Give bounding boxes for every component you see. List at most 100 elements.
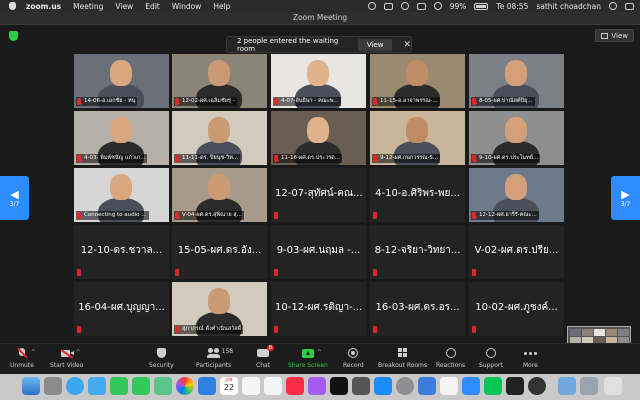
- menu-view[interactable]: View: [115, 2, 133, 11]
- participants-button[interactable]: 158 Participants: [196, 348, 233, 369]
- participant-tile[interactable]: V-04-ผศ.ดร.สุพิณาย สุ...: [172, 168, 267, 222]
- participant-tile[interactable]: 16-03-ผศ.ดร.อร...: [370, 282, 465, 336]
- participant-tile[interactable]: 8-12-จริยา-วิทยา...: [370, 225, 465, 279]
- microphone-muted-icon: [373, 326, 377, 333]
- breakout-rooms-icon: [397, 348, 409, 359]
- safari-icon[interactable]: [66, 377, 84, 395]
- documents-folder-icon[interactable]: [580, 377, 598, 395]
- participant-tile[interactable]: 12-10-ดร.ชวาล...: [74, 225, 169, 279]
- participant-tile[interactable]: 8-05-ผศ.ปาณัสต์ปิยุ...: [469, 54, 564, 108]
- thumbnail-cell: [594, 329, 605, 336]
- music-icon[interactable]: [286, 377, 304, 395]
- start-video-button[interactable]: ^ Start Video: [50, 348, 83, 369]
- status-icon[interactable]: [400, 2, 409, 10]
- line-icon[interactable]: [484, 377, 502, 395]
- tv-icon[interactable]: [330, 377, 348, 395]
- breakout-rooms-button[interactable]: Breakout Rooms: [378, 348, 427, 369]
- participant-tile[interactable]: V-02-ผศ.ดร.ปรีย...: [469, 225, 564, 279]
- participant-tile[interactable]: 9-12-ผศ.กนกวรรณ-5...: [370, 111, 465, 165]
- chrome-icon[interactable]: [440, 377, 458, 395]
- notification-view-button[interactable]: View: [357, 38, 393, 51]
- zoom-icon[interactable]: [462, 377, 480, 395]
- microphone-muted-icon: [472, 212, 476, 219]
- menu-window[interactable]: Window: [172, 2, 202, 11]
- apple-icon[interactable]: [9, 2, 16, 10]
- downloads-folder-icon[interactable]: [558, 377, 576, 395]
- finder-icon[interactable]: [22, 377, 40, 395]
- menu-app-name[interactable]: zoom.us: [26, 2, 61, 11]
- participant-name-text: 8-05-ผศ.ปาณัสต์ปิยุ...: [479, 98, 533, 104]
- system-preferences-icon[interactable]: [396, 377, 414, 395]
- record-button[interactable]: Record: [343, 348, 364, 369]
- app-store-icon[interactable]: [374, 377, 392, 395]
- menu-meeting[interactable]: Meeting: [73, 2, 103, 11]
- view-button[interactable]: View: [595, 29, 634, 42]
- launchpad-icon[interactable]: [44, 377, 62, 395]
- participant-tile[interactable]: 16-04-ผศ.บุญญา...: [74, 282, 169, 336]
- support-button[interactable]: Support: [479, 348, 503, 369]
- menu-edit[interactable]: Edit: [145, 2, 160, 11]
- participant-tile[interactable]: 11-18-ผศ.ดร.ประวรด...: [271, 111, 366, 165]
- chat-button[interactable]: 8 Chat: [256, 345, 275, 369]
- participant-face: [208, 288, 230, 314]
- participant-tile[interactable]: Connecting to audio ...: [74, 168, 169, 222]
- notes-icon[interactable]: [242, 377, 260, 395]
- participant-tile[interactable]: 12-02-ผศ.เฉลิมชัยรุ่ -: [172, 54, 267, 108]
- mail-icon[interactable]: [88, 377, 106, 395]
- participant-tile[interactable]: 15-05-ผศ.ดร.อัง...: [172, 225, 267, 279]
- participant-name-text: 9-12-ผศ.กนกวรรณ-5...: [380, 155, 439, 161]
- previous-page-button[interactable]: ◀ 3/7: [0, 176, 29, 220]
- participant-tile[interactable]: 4-10-อ.ศิริพร-พย...: [370, 168, 465, 222]
- security-shield-icon[interactable]: [9, 31, 18, 41]
- participant-tile[interactable]: 10-02-ผศ.ภูชงค์...: [469, 282, 564, 336]
- menu-help[interactable]: Help: [213, 2, 230, 11]
- next-page-button[interactable]: ▶ 3/7: [611, 176, 640, 220]
- menubar-clock[interactable]: Te 08:55: [496, 2, 528, 11]
- trash-icon[interactable]: [604, 377, 622, 395]
- reactions-button[interactable]: Reactions: [436, 348, 465, 369]
- obs-icon[interactable]: [528, 377, 546, 395]
- calendar-icon[interactable]: JUN 22: [220, 377, 238, 395]
- participant-name-label: 11-15-อ.อาจาพรรณ-...: [372, 97, 440, 106]
- news-icon[interactable]: [352, 377, 370, 395]
- word-icon[interactable]: [418, 377, 436, 395]
- photos-icon[interactable]: [176, 377, 194, 395]
- participant-tile[interactable]: 12-07-สุทัศน์-คณ...: [271, 168, 366, 222]
- menubar-user[interactable]: sathit choadchan: [536, 2, 601, 11]
- participant-tile[interactable]: 9-03-ผศ.นฤมล -...: [271, 225, 366, 279]
- battery-icon[interactable]: [474, 2, 489, 10]
- wifi-icon[interactable]: [433, 2, 442, 10]
- participant-tile[interactable]: 9-10-ผศ.ดร.ประโมทย์...: [469, 111, 564, 165]
- microphone-muted-icon: [77, 326, 81, 333]
- microphone-muted-icon: [175, 98, 179, 105]
- close-icon[interactable]: ✕: [403, 40, 411, 50]
- status-icon[interactable]: [367, 2, 376, 10]
- more-button[interactable]: More: [523, 348, 538, 369]
- facetime-icon[interactable]: [132, 377, 150, 395]
- participant-tile[interactable]: 4-03- พิมพ์ชนัญ แก้วเก...: [74, 111, 169, 165]
- page-indicator: 3/7: [620, 200, 631, 208]
- participant-tile[interactable]: 4-07-อันธิษา - คณะพ...: [271, 54, 366, 108]
- messages-icon[interactable]: [110, 377, 128, 395]
- share-screen-button[interactable]: ^ Share Screen: [288, 348, 328, 369]
- emoji-icon: [445, 348, 457, 359]
- maps-icon[interactable]: [154, 377, 172, 395]
- unmute-button[interactable]: ^ Unmute: [10, 347, 36, 369]
- participant-name: 10-02-ผศ.ภูชงค์...: [475, 302, 558, 313]
- gallery-stage: View 2 people entered the waiting room V…: [0, 25, 640, 343]
- participant-tile[interactable]: 10-12-ผศ.รติญา-...: [271, 282, 366, 336]
- search-icon[interactable]: [609, 2, 617, 10]
- participant-tile[interactable]: 12-12-ผศ.อารีรั-คณะ...: [469, 168, 564, 222]
- control-center-icon[interactable]: [625, 2, 634, 10]
- participant-tile[interactable]: สุภาภรณ์ ตั้งตำเนินสวัสดิ์: [172, 282, 267, 336]
- reminders-icon[interactable]: [264, 377, 282, 395]
- terminal-icon[interactable]: [506, 377, 524, 395]
- security-button[interactable]: Security: [149, 348, 174, 369]
- status-icon[interactable]: [383, 2, 393, 10]
- participant-tile[interactable]: 11-15-อ.อาจาพรรณ-...: [370, 54, 465, 108]
- participant-tile[interactable]: 11-11-ดร. ปิยนุช-วิท...: [172, 111, 267, 165]
- participant-tile[interactable]: 14-06-อ.เอกชัย - หนุ: [74, 54, 169, 108]
- podcasts-icon[interactable]: [308, 377, 326, 395]
- contacts-icon[interactable]: [198, 377, 216, 395]
- bluetooth-icon[interactable]: [416, 2, 426, 10]
